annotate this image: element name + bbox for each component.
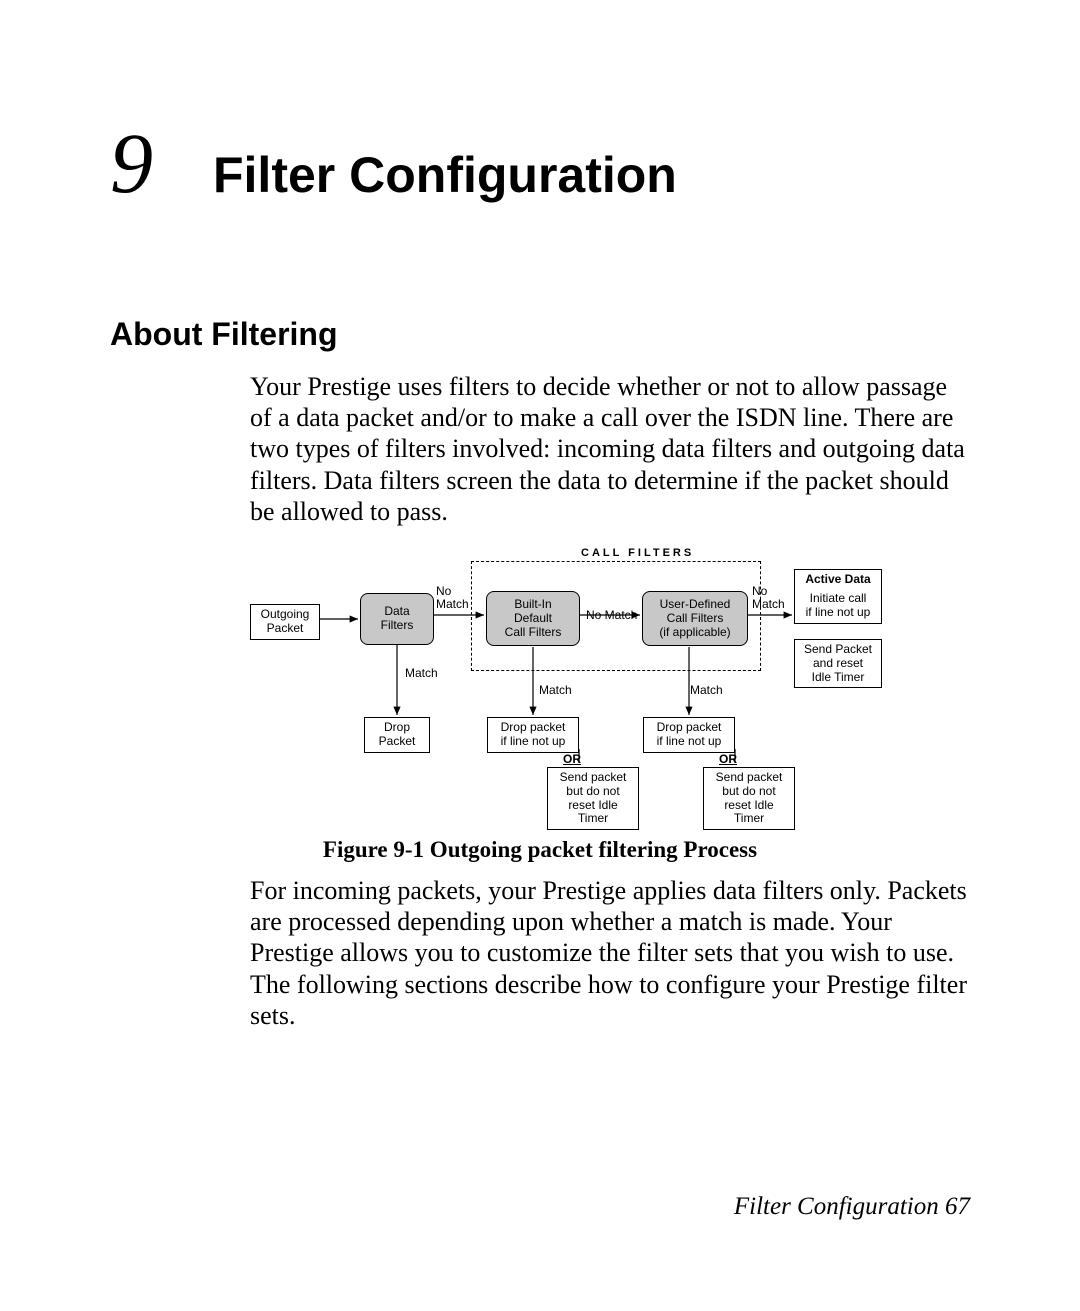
- figure-caption: Figure 9-1 Outgoing packet filtering Pro…: [110, 837, 970, 863]
- page-footer: Filter Configuration 67: [734, 1193, 970, 1221]
- user-filters-box: User-DefinedCall Filters(if applicable): [642, 591, 748, 646]
- label-no-match-1: NoMatch: [436, 585, 469, 611]
- builtin-filters-box: Built-InDefaultCall Filters: [486, 591, 580, 646]
- chapter-head: 9 Filter Configuration: [110, 120, 970, 206]
- label-match-1: Match: [405, 667, 438, 680]
- figure-diagram: CALL FILTERS OutgoingPacket DataFilters …: [250, 549, 970, 829]
- label-no-match-mid: No Match: [586, 609, 637, 622]
- flowchart: CALL FILTERS OutgoingPacket DataFilters …: [250, 549, 886, 829]
- active-data-initiate: Initiate callif line not up: [794, 589, 882, 624]
- or-label-2: OR: [719, 753, 737, 766]
- data-filters-box: DataFilters: [360, 593, 434, 645]
- drop-line-1-box: Drop packetif line not up: [487, 717, 579, 753]
- drop-packet-box: DropPacket: [364, 717, 430, 753]
- active-data-sendreset: Send Packetand resetIdle Timer: [794, 639, 882, 688]
- intro-paragraph-1: Your Prestige uses filters to decide whe…: [250, 371, 970, 527]
- active-data-title: Active Data: [794, 569, 882, 591]
- or-label-1: OR: [563, 753, 581, 766]
- send-noreset-2-box: Send packetbut do notreset Idle Timer: [703, 767, 795, 830]
- intro-paragraph-2: For incoming packets, your Prestige appl…: [250, 875, 970, 1031]
- label-no-match-2: NoMatch: [752, 585, 785, 611]
- section-heading: About Filtering: [110, 316, 970, 353]
- page: 9 Filter Configuration About Filtering Y…: [0, 0, 1080, 1311]
- call-filters-group-label: CALL FILTERS: [581, 547, 694, 559]
- chapter-title: Filter Configuration: [213, 150, 677, 200]
- label-match-2: Match: [539, 684, 572, 697]
- outgoing-packet-box: OutgoingPacket: [250, 604, 320, 640]
- drop-line-2-box: Drop packetif line not up: [643, 717, 735, 753]
- send-noreset-1-box: Send packetbut do notreset Idle Timer: [547, 767, 639, 830]
- label-match-3: Match: [690, 684, 723, 697]
- chapter-number: 9: [110, 120, 153, 206]
